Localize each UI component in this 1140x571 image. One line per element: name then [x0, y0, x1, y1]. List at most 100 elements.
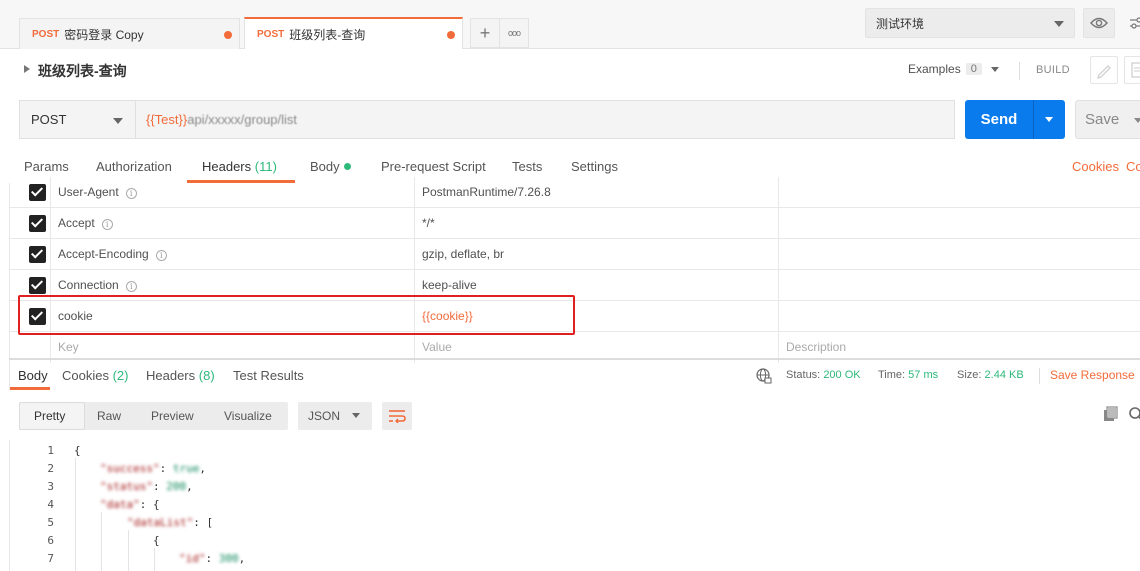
header-key[interactable]: Accept i — [58, 216, 113, 230]
save-label: Save — [1085, 111, 1120, 128]
send-options-chevron-icon[interactable] — [1045, 117, 1053, 122]
environment-select[interactable]: 测试环境 — [865, 8, 1075, 38]
info-icon: i — [125, 281, 137, 292]
tab-body-label: Body — [310, 159, 340, 174]
collapse-triangle-icon[interactable] — [24, 65, 30, 73]
url-variable: {{Test}} — [146, 112, 188, 127]
header-key[interactable]: Accept-Encoding i — [58, 247, 167, 261]
format-select[interactable]: JSON — [298, 402, 372, 430]
eye-icon — [1090, 17, 1108, 29]
environment-label: 测试环境 — [876, 16, 925, 31]
search-icon[interactable] — [1128, 406, 1140, 422]
tab-class-list[interactable]: POST 班级列表-查询 — [244, 17, 463, 49]
globe-lock-icon[interactable] — [756, 368, 772, 384]
request-title[interactable]: 班级列表-查询 — [38, 61, 127, 81]
wrap-icon — [389, 410, 406, 423]
edit-button[interactable] — [1090, 56, 1118, 84]
view-preview[interactable]: Preview — [151, 409, 194, 423]
tab-method: POST — [257, 28, 285, 40]
new-header-description-input[interactable]: Description — [786, 340, 846, 354]
examples-count: 0 — [965, 63, 982, 75]
header-enabled-checkbox[interactable] — [29, 246, 46, 263]
tab-settings[interactable]: Settings — [571, 159, 618, 174]
header-enabled-checkbox[interactable] — [29, 215, 46, 232]
examples-label: Examples — [908, 62, 961, 76]
response-view-switcher: Pretty Raw Preview Visualize — [19, 402, 288, 430]
header-value[interactable]: */* — [422, 216, 435, 230]
tab-body[interactable]: Body — [310, 159, 351, 174]
sliders-icon — [1130, 17, 1140, 29]
view-visualize[interactable]: Visualize — [224, 409, 272, 423]
response-tab-test-results[interactable]: Test Results — [233, 368, 304, 383]
header-value[interactable]: keep-alive — [422, 278, 477, 292]
info-icon: i — [101, 219, 113, 230]
line-number: 4 — [47, 498, 54, 511]
divider — [1039, 368, 1040, 384]
status-readout[interactable]: Status: 200 OK — [786, 369, 861, 381]
save-button[interactable]: Save — [1075, 100, 1140, 139]
tab-pre-request-script[interactable]: Pre-request Script — [381, 159, 486, 174]
code-line: "dataList": [ — [127, 516, 214, 529]
new-tab-button[interactable]: + — [470, 18, 500, 48]
line-number: 1 — [47, 444, 54, 457]
indent-guide — [154, 548, 155, 571]
time-readout[interactable]: Time: 57 ms — [878, 369, 938, 381]
tab-label: 班级列表-查询 — [289, 27, 366, 42]
size-readout[interactable]: Size: 2.44 KB — [957, 369, 1024, 381]
environment-quick-look-button[interactable] — [1083, 8, 1115, 38]
table-row: Accept-Encoding i gzip, deflate, br — [10, 239, 1140, 270]
cookies-link[interactable]: Cookies — [1072, 159, 1119, 174]
tab-login-copy[interactable]: POST 密码登录 Copy — [19, 18, 240, 49]
examples-dropdown[interactable]: Examples 0 — [908, 62, 999, 76]
code-link[interactable]: Co — [1126, 159, 1140, 174]
view-pretty[interactable]: Pretty — [34, 409, 65, 423]
url-input[interactable]: {{Test}} api/xxxxx/group/list — [135, 100, 955, 139]
send-button[interactable]: Send — [965, 100, 1065, 139]
header-enabled-checkbox[interactable] — [29, 184, 46, 201]
manage-environments-button[interactable] — [1122, 8, 1140, 38]
docs-button[interactable] — [1124, 56, 1140, 84]
header-value[interactable]: gzip, deflate, br — [422, 247, 504, 261]
wrap-lines-button[interactable] — [382, 402, 412, 430]
pencil-icon — [1097, 65, 1111, 79]
save-options-chevron-icon[interactable] — [1134, 118, 1140, 123]
response-body-code[interactable]: 1 2 3 4 5 6 7 { "success": true, "status… — [9, 440, 1140, 571]
new-header-value-input[interactable]: Value — [422, 340, 452, 354]
line-number: 5 — [47, 516, 54, 529]
tab-authorization[interactable]: Authorization — [96, 159, 172, 174]
url-path: api/xxxxx/group/list — [187, 112, 298, 127]
chevron-down-icon — [352, 413, 360, 418]
format-label: JSON — [308, 409, 341, 423]
table-row: User-Agent i PostmanRuntime/7.26.8 — [10, 177, 1140, 208]
code-line: "success": true, — [100, 462, 206, 475]
code-line: "status": 200, — [100, 480, 193, 493]
header-key[interactable]: User-Agent i — [58, 185, 137, 199]
line-number: 2 — [47, 462, 54, 475]
new-header-key-input[interactable]: Key — [58, 340, 79, 354]
build-mode-label[interactable]: BUILD — [1036, 64, 1070, 76]
table-row: Accept i */* — [10, 208, 1140, 239]
indent-guide — [128, 530, 129, 571]
method-select[interactable]: POST — [19, 100, 135, 139]
tab-tests[interactable]: Tests — [512, 159, 542, 174]
code-line: "id": 300, — [179, 552, 246, 565]
copy-icon[interactable] — [1103, 406, 1119, 422]
chevron-down-icon — [1054, 21, 1064, 27]
save-response-button[interactable]: Save Response — [1050, 368, 1135, 382]
tab-headers[interactable]: Headers (11) — [202, 159, 277, 174]
response-tab-body[interactable]: Body — [18, 368, 48, 383]
header-value[interactable]: PostmanRuntime/7.26.8 — [422, 185, 551, 199]
view-raw[interactable]: Raw — [97, 409, 121, 423]
more-tabs-button[interactable]: ooo — [499, 18, 529, 48]
tab-headers-label: Headers — [202, 159, 252, 174]
active-tab-indicator — [10, 387, 50, 390]
request-title-row: 班级列表-查询 Examples 0 BUILD — [0, 50, 1140, 90]
tab-params[interactable]: Params — [24, 159, 69, 174]
unsaved-dot-icon — [447, 31, 455, 39]
response-tab-headers[interactable]: Headers (8) — [146, 368, 215, 383]
response-tab-cookies[interactable]: Cookies (2) — [62, 368, 128, 383]
header-key[interactable]: Connection i — [58, 278, 137, 292]
more-icon: ooo — [507, 28, 521, 38]
header-enabled-checkbox[interactable] — [29, 277, 46, 294]
info-icon: i — [155, 250, 167, 261]
